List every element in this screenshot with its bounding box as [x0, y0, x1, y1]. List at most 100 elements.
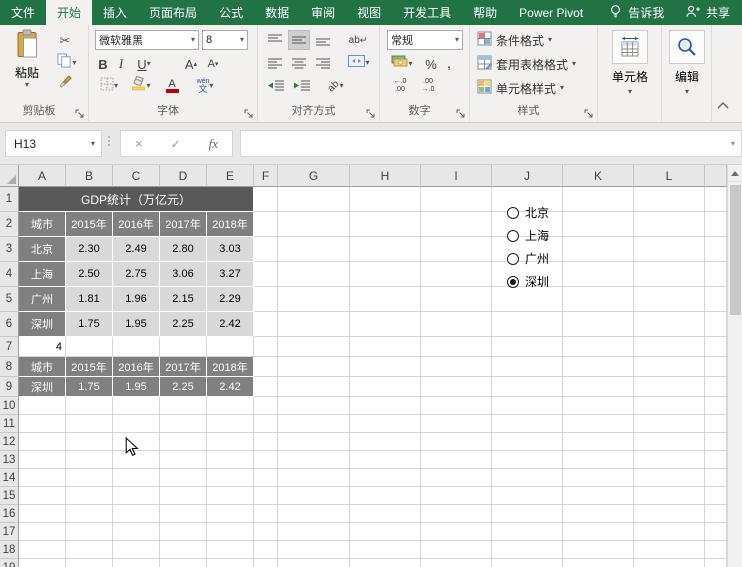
cell[interactable] [492, 487, 563, 505]
cell[interactable] [705, 357, 727, 377]
column-header-E[interactable]: E [207, 165, 254, 187]
row-header-6[interactable]: 6 [0, 312, 19, 337]
align-left-button[interactable] [264, 53, 286, 73]
cell[interactable] [563, 337, 634, 357]
cells-button[interactable]: 单元格 ▾ [611, 30, 649, 96]
dialog-launcher-icon[interactable] [244, 106, 254, 118]
cell[interactable] [66, 451, 113, 469]
cell[interactable] [492, 433, 563, 451]
cell[interactable] [634, 212, 705, 237]
cell[interactable]: 3.03 [207, 237, 254, 262]
phonetic-guide-button[interactable]: wén 文 ▾ [189, 76, 221, 96]
cell[interactable] [278, 237, 350, 262]
cell[interactable] [421, 433, 492, 451]
orientation-button[interactable]: ab ▾ [320, 76, 352, 96]
tell-me[interactable]: 告诉我 [608, 0, 664, 25]
cell[interactable]: 1.75 [66, 377, 113, 397]
cell[interactable] [350, 262, 421, 287]
borders-button[interactable]: ▾ [95, 76, 123, 96]
row-header-3[interactable]: 3 [0, 237, 19, 262]
cell[interactable] [254, 357, 278, 377]
cell[interactable] [421, 469, 492, 487]
cell[interactable] [254, 212, 278, 237]
tab-file[interactable]: 文件 [0, 0, 46, 25]
cell[interactable] [421, 487, 492, 505]
cell[interactable] [563, 262, 634, 287]
cell[interactable] [207, 415, 254, 433]
cell[interactable] [705, 262, 727, 287]
expand-formula-bar-icon[interactable]: ▾ [731, 139, 735, 148]
cell[interactable] [563, 505, 634, 523]
cell[interactable] [634, 337, 705, 357]
cell[interactable] [66, 337, 113, 357]
cell[interactable] [350, 212, 421, 237]
column-header-J[interactable]: J [492, 165, 563, 187]
cell[interactable] [563, 187, 634, 212]
cell[interactable] [350, 357, 421, 377]
cut-button[interactable]: ✂ [50, 31, 80, 51]
cell[interactable] [278, 559, 350, 567]
cell[interactable] [160, 559, 207, 567]
shrink-font-button[interactable]: A ▾ [203, 54, 223, 74]
cell[interactable]: 2.25 [160, 377, 207, 397]
cell[interactable] [278, 397, 350, 415]
cell[interactable] [254, 469, 278, 487]
enter-check-icon[interactable]: ✓ [171, 137, 181, 151]
cell[interactable] [492, 337, 563, 357]
column-header-A[interactable]: A [19, 165, 66, 187]
cell[interactable]: 2016年 [113, 212, 160, 237]
cell[interactable] [160, 487, 207, 505]
row-header-5[interactable]: 5 [0, 287, 19, 312]
insert-function-button[interactable]: fx [209, 136, 218, 152]
cell[interactable] [492, 505, 563, 523]
cell[interactable] [350, 397, 421, 415]
row-header-10[interactable]: 10 [0, 397, 19, 415]
cell[interactable] [254, 433, 278, 451]
cell[interactable] [207, 337, 254, 357]
cell[interactable] [278, 451, 350, 469]
cell[interactable] [254, 287, 278, 312]
cell[interactable] [278, 415, 350, 433]
name-box[interactable]: H13 ▾ [5, 130, 102, 157]
cell[interactable] [492, 415, 563, 433]
cell[interactable] [160, 433, 207, 451]
cell[interactable] [421, 505, 492, 523]
cell[interactable] [634, 237, 705, 262]
cell[interactable] [254, 397, 278, 415]
cell[interactable]: 2015年 [66, 357, 113, 377]
cell[interactable] [254, 187, 278, 212]
scrollbar-thumb[interactable] [730, 185, 741, 315]
cell[interactable] [634, 487, 705, 505]
cell[interactable]: 城市 [19, 212, 66, 237]
cell[interactable] [254, 505, 278, 523]
cell[interactable] [705, 451, 727, 469]
cell[interactable] [421, 541, 492, 559]
cell[interactable]: 2.50 [66, 262, 113, 287]
cell[interactable] [66, 397, 113, 415]
tab-view[interactable]: 视图 [346, 0, 392, 25]
cell[interactable] [350, 312, 421, 337]
cell[interactable] [705, 415, 727, 433]
cell[interactable] [278, 377, 350, 397]
cell[interactable] [421, 212, 492, 237]
cell[interactable] [278, 523, 350, 541]
cell[interactable] [705, 397, 727, 415]
cell[interactable] [634, 187, 705, 212]
cell[interactable] [160, 469, 207, 487]
format-painter-button[interactable] [50, 75, 80, 95]
cell[interactable] [350, 337, 421, 357]
align-top-button[interactable] [264, 30, 286, 50]
formula-bar-resizer[interactable] [108, 136, 110, 146]
cell[interactable] [278, 541, 350, 559]
cell[interactable] [492, 397, 563, 415]
cell[interactable] [19, 397, 66, 415]
cell[interactable] [113, 505, 160, 523]
radio-beijing[interactable]: 北京 [507, 201, 549, 224]
column-header-H[interactable]: H [350, 165, 421, 187]
cell[interactable]: 城市 [19, 357, 66, 377]
cell[interactable]: 1.96 [113, 287, 160, 312]
cell[interactable] [207, 451, 254, 469]
tab-home[interactable]: 开始 [46, 0, 93, 25]
cell[interactable] [705, 287, 727, 312]
cell[interactable] [278, 262, 350, 287]
